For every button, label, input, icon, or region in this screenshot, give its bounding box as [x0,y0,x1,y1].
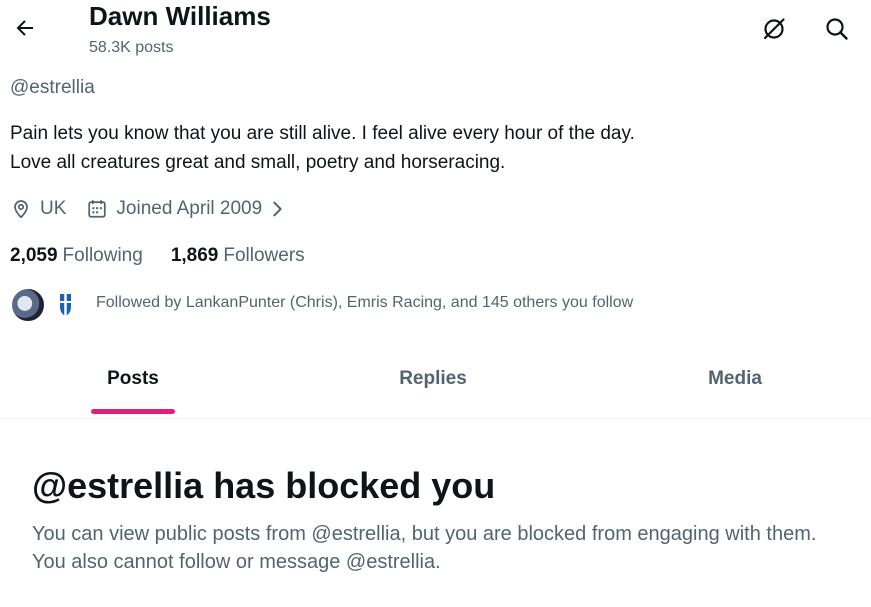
tab-label: Replies [399,368,467,389]
search-icon [826,18,848,40]
arrow-left-icon [16,20,33,36]
active-tab-indicator [91,409,175,414]
location-text: UK [40,198,67,219]
profile-tabs: Posts Replies Media [0,350,871,419]
following-count: 2,059 [10,245,58,266]
calendar-icon [88,200,107,218]
bio-line: Pain lets you know that you are still al… [10,123,635,144]
profile-name-title: Dawn Williams [89,1,271,31]
tab-media[interactable]: Media [662,350,808,418]
chevron-right-icon [273,201,282,217]
tab-posts[interactable]: Posts [60,350,206,418]
joined-date-link[interactable]: Joined April 2009 [86,198,286,220]
tab-label: Posts [107,368,159,389]
following-link[interactable]: 2,059 Following [10,245,143,267]
followed-by-avatars [10,286,84,323]
top-bar: Dawn Williams 58.3K posts [0,0,871,66]
post-count: 58.3K posts [89,39,174,56]
location-pin-icon [14,200,28,219]
avatar [48,287,84,323]
search-button[interactable] [820,12,854,46]
followers-link[interactable]: 1,869 Followers [171,245,305,267]
location: UK [10,198,66,220]
followers-label: Followers [223,245,305,266]
joined-text: Joined April 2009 [116,198,263,219]
profile-meta: UK Joined April 2009 [10,196,286,222]
bio-line: Love all creatures great and small, poet… [10,152,506,173]
profile-bio: Pain lets you know that you are still al… [10,119,635,177]
follow-stats: 2,059 Following 1,869 Followers [10,243,305,269]
profile-handle: @estrellia [10,77,95,98]
blocked-heading: @estrellia has blocked you [32,465,496,506]
tab-replies[interactable]: Replies [360,350,506,418]
blocked-message: You can view public posts from @estrelli… [32,523,817,573]
avatar [10,287,46,323]
followed-by-text: Followed by LankanPunter (Chris), Emris … [96,294,634,311]
back-button[interactable] [8,11,42,45]
followers-count: 1,869 [170,245,219,266]
tab-label: Media [708,368,762,389]
grok-icon [763,18,785,40]
followed-by-link[interactable]: Followed by LankanPunter (Chris), Emris … [10,286,634,323]
grok-button[interactable] [757,12,791,46]
following-label: Following [62,245,143,266]
